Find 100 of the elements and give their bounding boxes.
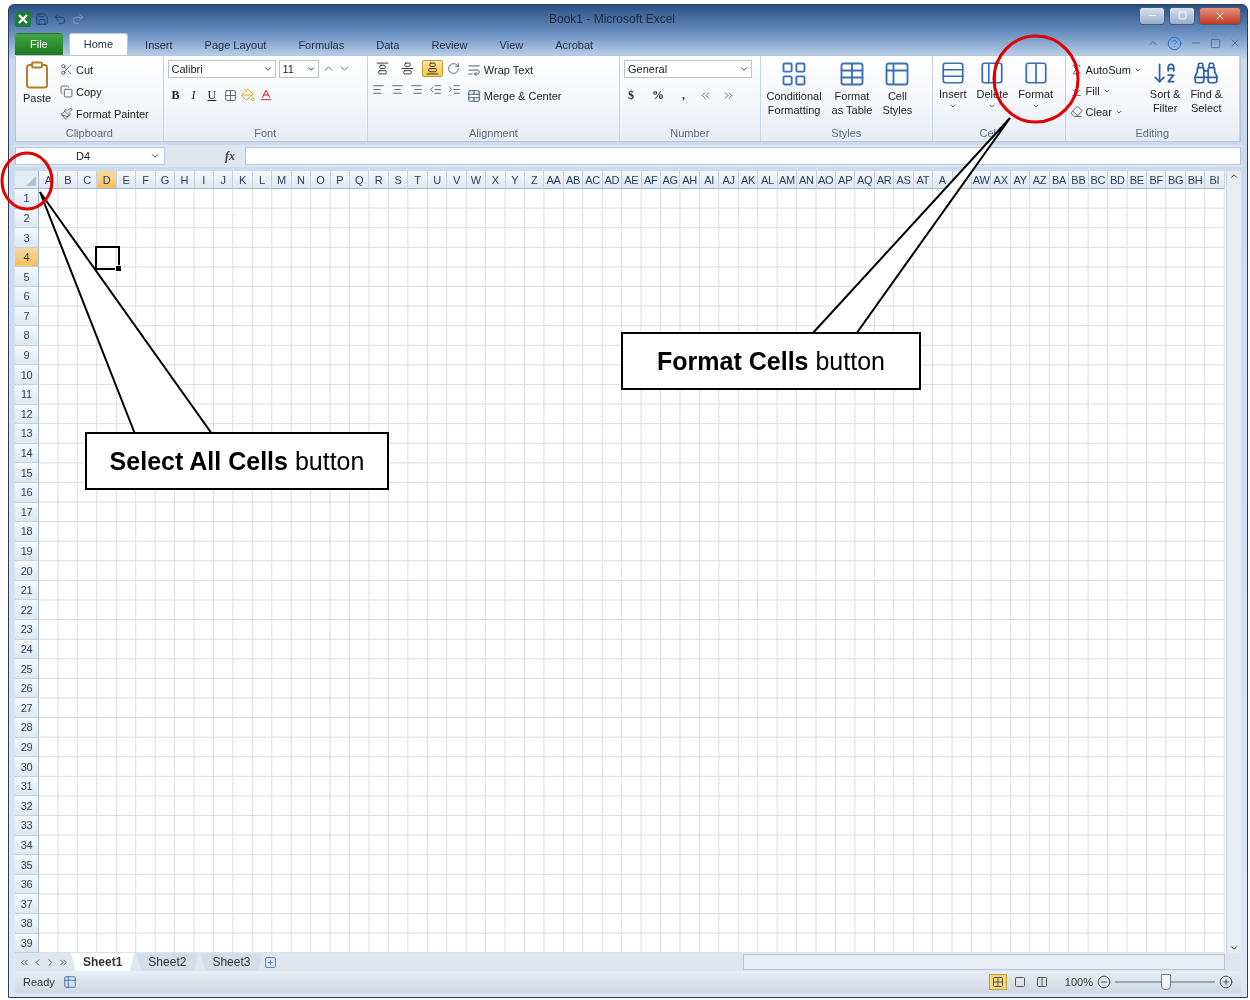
- column-header[interactable]: Q: [350, 171, 370, 189]
- row-header[interactable]: 28: [15, 718, 39, 738]
- column-header[interactable]: AR: [874, 171, 895, 189]
- editing-command[interactable]: Clear: [1069, 101, 1142, 122]
- row-header[interactable]: 12: [15, 404, 39, 425]
- clipboard-command[interactable]: Copy: [60, 81, 149, 102]
- vertical-scrollbar[interactable]: [1226, 171, 1241, 954]
- column-header[interactable]: BD: [1108, 171, 1128, 189]
- row-header[interactable]: 26: [15, 678, 39, 699]
- row-header[interactable]: 35: [15, 855, 39, 875]
- row-header[interactable]: 7: [15, 306, 39, 327]
- row-header[interactable]: 25: [15, 659, 39, 679]
- column-header[interactable]: AZ: [1030, 171, 1050, 189]
- text-format-button[interactable]: B: [167, 85, 184, 105]
- number-format-field[interactable]: General: [624, 59, 752, 78]
- row-header[interactable]: 36: [15, 874, 39, 895]
- insert-function-label[interactable]: fx: [169, 148, 241, 164]
- column-header[interactable]: AX: [991, 171, 1011, 189]
- row-header[interactable]: 15: [15, 463, 39, 483]
- column-header[interactable]: AO: [816, 171, 836, 189]
- column-header[interactable]: AN: [797, 171, 817, 189]
- column-header[interactable]: P: [330, 171, 350, 189]
- close-button[interactable]: [1199, 6, 1241, 25]
- column-header[interactable]: AC: [583, 171, 603, 189]
- ribbon-tab[interactable]: Data: [361, 34, 415, 55]
- row-header[interactable]: 18: [15, 522, 39, 542]
- row-header[interactable]: 19: [15, 541, 39, 562]
- column-header[interactable]: AM: [777, 171, 798, 189]
- ribbon-tab[interactable]: Insert: [130, 34, 188, 55]
- row-header[interactable]: 6: [15, 287, 39, 307]
- column-header[interactable]: D: [97, 171, 117, 189]
- sheet-tab[interactable]: Sheet3: [200, 953, 263, 972]
- view-button[interactable]: [988, 974, 1007, 991]
- text-format-button[interactable]: U: [203, 85, 221, 105]
- merge-center-button[interactable]: Merge & Center: [466, 85, 562, 106]
- row-header[interactable]: 31: [15, 776, 39, 797]
- sheet-tab[interactable]: Sheet2: [136, 953, 199, 972]
- column-header[interactable]: Y: [505, 171, 525, 189]
- column-header[interactable]: BI: [1205, 171, 1225, 189]
- column-header[interactable]: L: [252, 171, 273, 189]
- column-header[interactable]: C: [77, 171, 98, 189]
- styles-button[interactable]: Cell Styles: [880, 59, 915, 116]
- row-header[interactable]: 32: [15, 796, 39, 816]
- column-header[interactable]: AD: [602, 171, 623, 189]
- row-header[interactable]: 9: [15, 345, 39, 366]
- column-header[interactable]: H: [175, 171, 195, 189]
- ribbon-tab[interactable]: Formulas: [283, 34, 360, 55]
- row-header[interactable]: 21: [15, 580, 39, 601]
- row-header[interactable]: 30: [15, 757, 39, 777]
- editing-command[interactable]: Fill: [1069, 80, 1142, 101]
- row-header[interactable]: 22: [15, 600, 39, 621]
- row-header[interactable]: 37: [15, 894, 39, 914]
- column-header[interactable]: J: [213, 171, 234, 189]
- row-header[interactable]: 14: [15, 443, 39, 464]
- column-header[interactable]: B: [58, 171, 78, 189]
- column-header[interactable]: E: [116, 171, 137, 189]
- name-box[interactable]: D4: [15, 147, 165, 166]
- column-header[interactable]: AG: [661, 171, 681, 189]
- editing-button[interactable]: Find & Select: [1188, 59, 1225, 114]
- row-header[interactable]: 16: [15, 482, 39, 503]
- column-header[interactable]: AF: [641, 171, 661, 189]
- column-header[interactable]: BC: [1088, 171, 1109, 189]
- row-header[interactable]: 8: [15, 326, 39, 346]
- column-header[interactable]: U: [427, 171, 448, 189]
- vertical-align-button[interactable]: [421, 59, 443, 77]
- column-header[interactable]: AK: [738, 171, 759, 189]
- active-cell[interactable]: [95, 245, 120, 271]
- font-size-field[interactable]: 11: [278, 59, 319, 78]
- column-header[interactable]: V: [447, 171, 467, 189]
- number-format-button[interactable]: %: [648, 85, 668, 105]
- column-header[interactable]: BE: [1127, 171, 1147, 189]
- row-header[interactable]: 4: [15, 247, 39, 268]
- column-header[interactable]: AW: [972, 171, 992, 189]
- row-header[interactable]: 20: [15, 561, 39, 581]
- row-header[interactable]: 3: [15, 228, 39, 248]
- column-header[interactable]: BF: [1146, 171, 1167, 189]
- column-header[interactable]: AQ: [855, 171, 875, 189]
- ribbon-tab[interactable]: Home: [68, 32, 129, 55]
- column-header[interactable]: AI: [699, 171, 720, 189]
- ribbon-tab[interactable]: Acrobat: [540, 34, 609, 55]
- maximize-button[interactable]: [1169, 6, 1195, 25]
- row-header[interactable]: 24: [15, 639, 39, 660]
- ribbon-tab[interactable]: Page Layout: [189, 34, 282, 55]
- minimize-button[interactable]: [1139, 6, 1165, 25]
- cells-button[interactable]: Format: [1016, 59, 1056, 110]
- column-header[interactable]: T: [408, 171, 428, 189]
- column-header[interactable]: BG: [1166, 171, 1186, 189]
- wrap-text-button[interactable]: Wrap Text: [466, 59, 562, 80]
- column-header[interactable]: AJ: [719, 171, 739, 189]
- row-header[interactable]: 34: [15, 835, 39, 856]
- horizontal-scrollbar[interactable]: [743, 954, 1225, 971]
- sheet-tab[interactable]: Sheet1: [71, 953, 135, 972]
- row-header[interactable]: 10: [15, 365, 39, 385]
- column-header[interactable]: AS: [894, 171, 914, 189]
- ribbon-tab[interactable]: View: [484, 34, 539, 55]
- column-header[interactable]: AB: [563, 171, 584, 189]
- column-header[interactable]: F: [136, 171, 156, 189]
- editing-button[interactable]: Sort & Filter: [1147, 59, 1183, 114]
- column-header[interactable]: S: [388, 171, 409, 189]
- column-header[interactable]: BH: [1185, 171, 1206, 189]
